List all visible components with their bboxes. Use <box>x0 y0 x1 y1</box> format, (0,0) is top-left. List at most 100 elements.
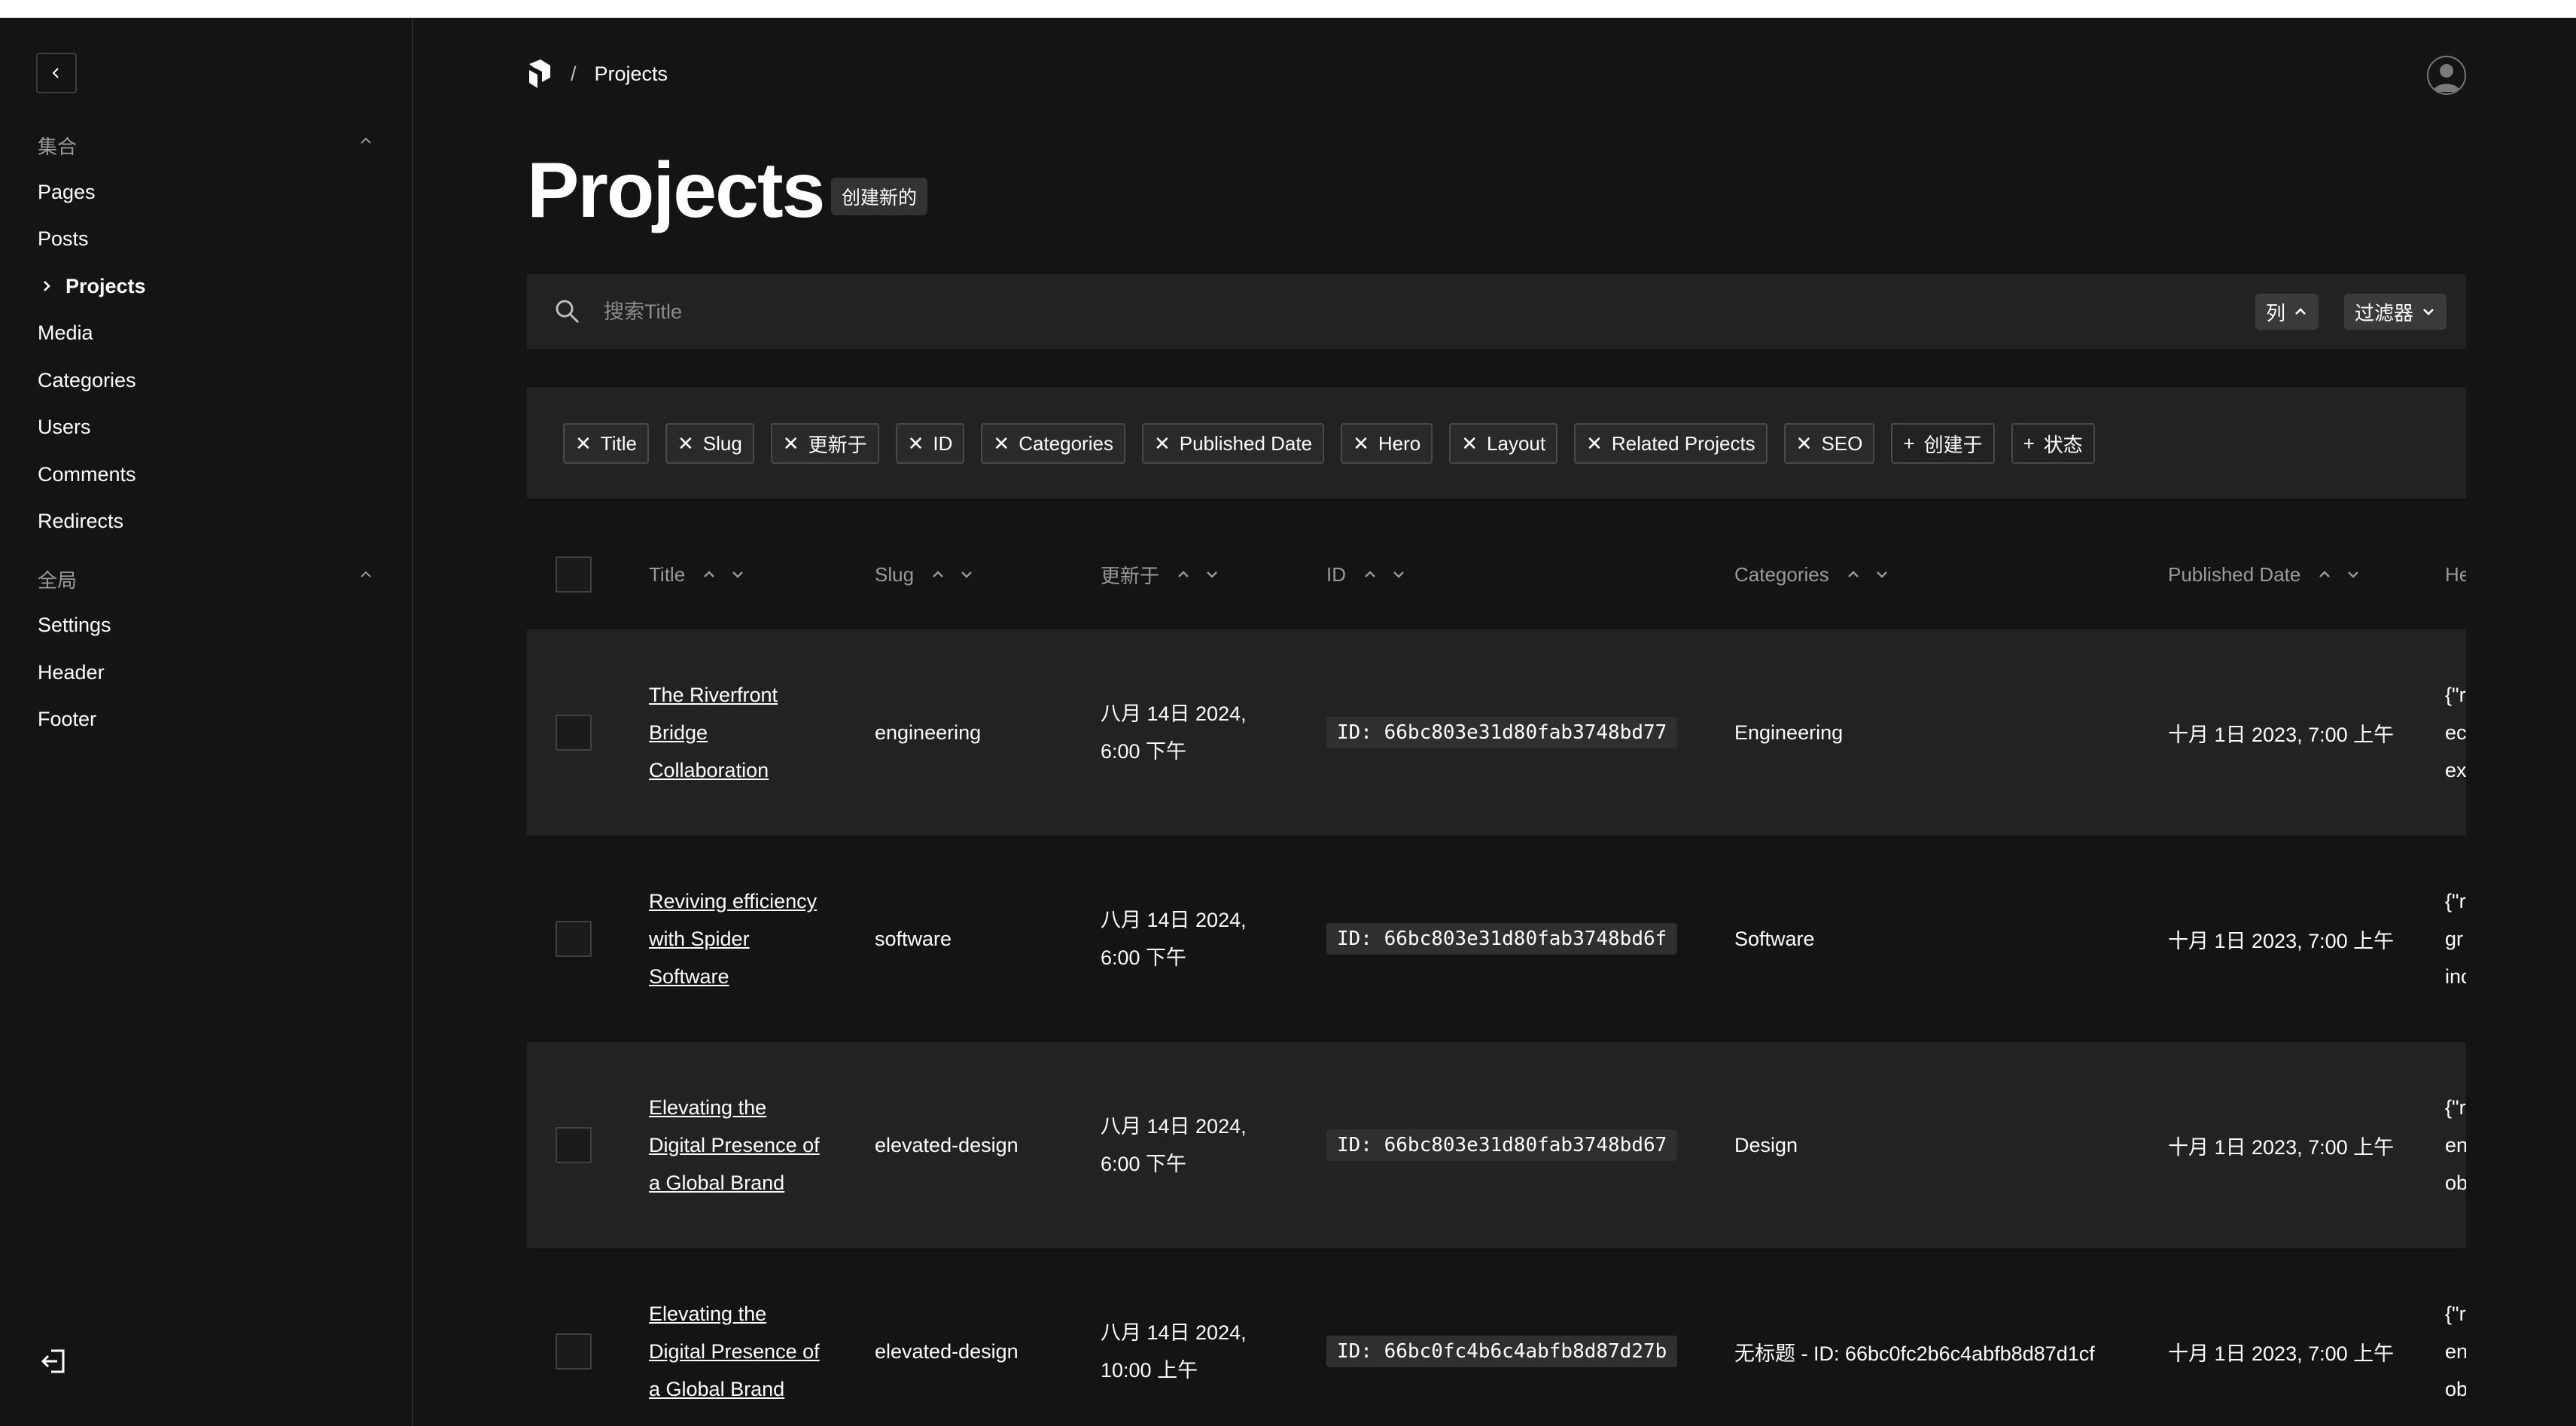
hero-preview: {"riecex <box>2445 684 2466 782</box>
table-row: Elevating the Digital Presence of a Global… <box>527 1248 2466 1426</box>
column-chip[interactable]: ✕ SEO <box>1783 423 1875 464</box>
chevron-left-icon <box>52 68 59 78</box>
th-categories[interactable]: Categories <box>1734 520 1889 629</box>
hero-preview: {"rienob <box>2445 1096 2466 1194</box>
sort-asc-icon[interactable] <box>930 567 945 582</box>
column-chip-label: SEO <box>1821 431 1863 455</box>
table-row: Reviving efficiency with Spider Software so… <box>527 836 2466 1042</box>
sidebar-item-header[interactable]: Header <box>38 660 105 685</box>
sort-desc-icon[interactable] <box>959 567 974 582</box>
logout-icon <box>41 1349 65 1373</box>
updated-date: 八月 14日 2024, 6:00 下午 <box>1101 1115 1247 1175</box>
updated-date: 八月 14日 2024, 10:00 上午 <box>1101 1321 1247 1382</box>
column-chip[interactable]: ✕ Slug <box>665 423 754 464</box>
sort-asc-icon[interactable] <box>1846 567 1861 582</box>
th-slug[interactable]: Slug <box>875 520 974 629</box>
th-id[interactable]: ID <box>1326 520 1406 629</box>
cell-categories: 无标题 - ID: 66bc0fc2b6c4abfb8d87d1cf <box>1734 1342 2095 1365</box>
column-chip[interactable]: + 状态 <box>2011 423 2095 464</box>
nav-group-toggle-globals[interactable] <box>355 564 376 585</box>
row-checkbox[interactable] <box>556 1127 592 1163</box>
nav-group-toggle-collections[interactable] <box>355 130 376 151</box>
column-header-label: Title <box>649 562 686 586</box>
sort-desc-icon[interactable] <box>1204 567 1219 582</box>
updated-date: 八月 14日 2024, 6:00 下午 <box>1101 702 1247 763</box>
sort-desc-icon[interactable] <box>1391 567 1406 582</box>
sidebar-item-users[interactable]: Users <box>38 414 91 440</box>
sidebar-item-settings[interactable]: Settings <box>38 612 111 638</box>
id-badge: ID: 66bc803e31d80fab3748bd6f <box>1326 923 1678 955</box>
id-badge: ID: 66bc0fc4b6c4abfb8d87d27b <box>1326 1336 1678 1367</box>
sidebar-item-pages[interactable]: Pages <box>38 179 96 205</box>
sidebar-item-footer[interactable]: Footer <box>38 706 96 732</box>
column-chip[interactable]: ✕ ID <box>895 423 965 464</box>
column-chip[interactable]: ✕ Title <box>563 423 649 464</box>
sort-controls <box>1846 567 1889 582</box>
sort-asc-icon[interactable] <box>1176 567 1191 582</box>
user-avatar-button[interactable] <box>2427 56 2466 95</box>
sidebar-item-projects[interactable]: Projects <box>65 273 146 299</box>
payload-logo-icon[interactable] <box>527 59 553 88</box>
row-checkbox[interactable] <box>556 921 592 957</box>
column-chip[interactable]: ✕ 更新于 <box>770 423 879 464</box>
column-chip-label: Title <box>600 431 637 455</box>
sort-asc-icon[interactable] <box>702 567 717 582</box>
column-chip-label: Categories <box>1019 431 1113 455</box>
sort-desc-icon[interactable] <box>2346 567 2361 582</box>
sort-controls <box>930 567 974 582</box>
column-selector-panel: ✕ Title ✕ Slug ✕ 更新于 ✕ ID ✕ Categories ✕ Published … <box>527 387 2466 498</box>
th-hero[interactable]: He <box>2445 520 2466 629</box>
sidebar-item-comments[interactable]: Comments <box>38 462 136 487</box>
sidebar-item-media[interactable]: Media <box>38 320 93 346</box>
cell-id: ID: 66bc803e31d80fab3748bd77 <box>1326 629 1678 836</box>
close-icon: ✕ <box>1461 432 1478 455</box>
th-published[interactable]: Published Date <box>2168 520 2361 629</box>
th-updated[interactable]: 更新于 <box>1101 520 1219 629</box>
column-chip[interactable]: ✕ Categories <box>981 423 1125 464</box>
hero-preview: {"rienob <box>2445 1303 2466 1400</box>
sidebar-item-categories[interactable]: Categories <box>38 367 136 393</box>
hero-preview: {"rigrinc <box>2445 890 2466 988</box>
cell-id: ID: 66bc0fc4b6c4abfb8d87d27b <box>1326 1248 1678 1426</box>
th-title[interactable]: Title <box>649 520 745 629</box>
project-title-link[interactable]: Elevating the Digital Presence of a Global… <box>649 1295 830 1408</box>
column-chip[interactable]: ✕ Published Date <box>1141 423 1325 464</box>
sidebar-item-redirects[interactable]: Redirects <box>38 508 123 534</box>
project-title-link[interactable]: Reviving efficiency with Spider Software <box>649 882 830 995</box>
row-checkbox[interactable] <box>556 715 592 751</box>
table-row: Elevating the Digital Presence of a Global… <box>527 1042 2466 1248</box>
column-chip[interactable]: + 创建于 <box>1891 423 1995 464</box>
filters-toggle-button[interactable]: 过滤器 <box>2344 294 2447 330</box>
column-chip[interactable]: ✕ Layout <box>1449 423 1558 464</box>
column-header-label: Slug <box>875 562 915 586</box>
chevron-right-icon <box>36 273 57 299</box>
sort-asc-icon[interactable] <box>2317 567 2332 582</box>
breadcrumb-separator: / <box>571 62 577 85</box>
logout-button[interactable] <box>39 1346 69 1376</box>
cell-hero: {"rienob <box>2445 1042 2466 1248</box>
row-checkbox[interactable] <box>556 1333 592 1370</box>
sidebar-collapse-button[interactable] <box>36 53 77 93</box>
columns-toggle-button[interactable]: 列 <box>2255 294 2319 330</box>
project-title-link[interactable]: Elevating the Digital Presence of a Global… <box>649 1089 830 1202</box>
column-chip[interactable]: ✕ Hero <box>1341 423 1433 464</box>
table-header: Title Slug 更新于 ID Categories Published Date He <box>527 520 2466 629</box>
sort-desc-icon[interactable] <box>730 567 745 582</box>
select-all-checkbox[interactable] <box>556 556 592 593</box>
sort-desc-icon[interactable] <box>1874 567 1889 582</box>
user-avatar-icon <box>2433 64 2460 92</box>
sidebar-item-posts[interactable]: Posts <box>38 226 89 251</box>
sort-asc-icon[interactable] <box>1363 567 1378 582</box>
search-input[interactable] <box>602 294 2032 330</box>
cell-categories: Software <box>1734 927 1815 950</box>
cell-hero: {"riecex <box>2445 629 2466 836</box>
column-header-label: Categories <box>1734 562 1829 586</box>
column-header-label: Published Date <box>2168 562 2301 586</box>
column-chip[interactable]: ✕ Related Projects <box>1574 423 1768 464</box>
project-title-link[interactable]: The Riverfront Bridge Collaboration <box>649 676 830 789</box>
column-chip-label: 更新于 <box>808 433 867 456</box>
column-chip-label: Slug <box>702 431 742 455</box>
cell-slug: engineering <box>875 721 982 744</box>
create-new-button[interactable]: 创建新的 <box>831 178 928 215</box>
cell-slug: elevated-design <box>875 1339 1019 1363</box>
